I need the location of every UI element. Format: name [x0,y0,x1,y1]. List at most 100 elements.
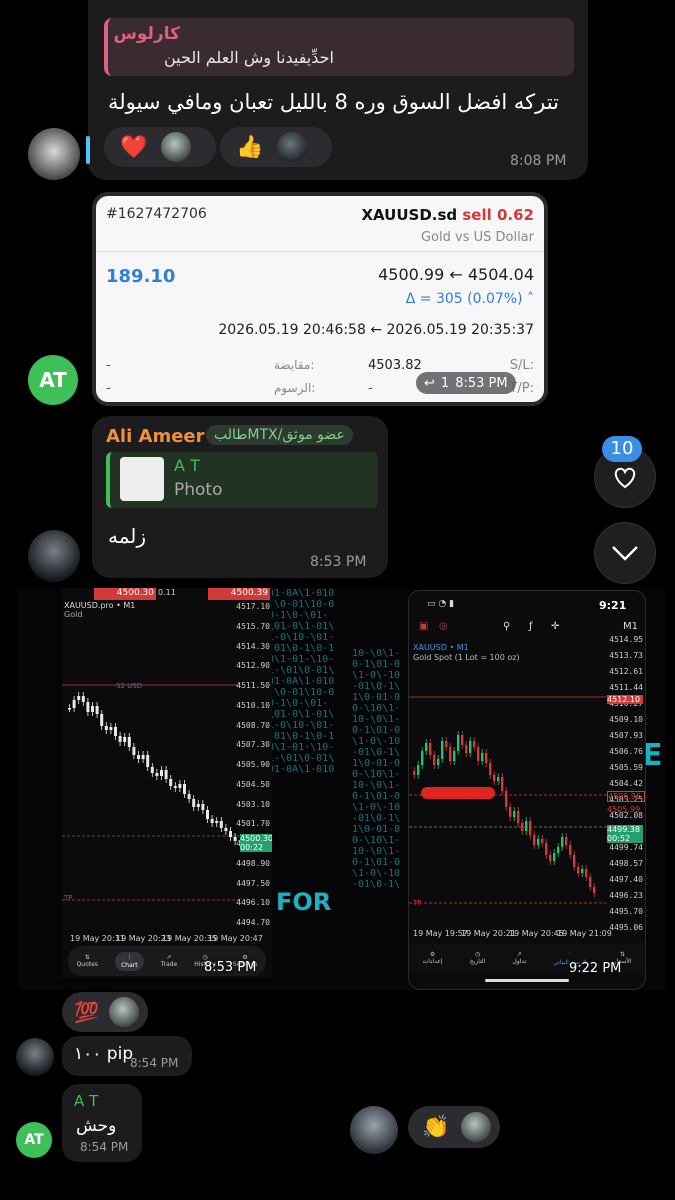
price-tick-label: 4508.70 [236,720,270,730]
candle [537,839,540,845]
candle [585,869,588,877]
candle [561,837,564,847]
reply-preview[interactable]: A T Photo [106,452,378,508]
candle [100,714,104,726]
avatar[interactable] [16,1038,54,1076]
chart-screenshot-left[interactable]: 4500.30 0.11 4500.39 XAUUSD.pro • M1 Gol… [62,588,272,978]
candle [132,747,136,755]
thumbs-up-icon: 👍 [236,134,264,160]
candle [521,823,524,831]
reply-type: Photo [174,480,223,500]
candle [192,799,196,807]
avatar [461,1112,492,1142]
candle [481,753,484,761]
heart-icon: ❤️ [120,134,148,160]
avatar[interactable] [28,128,80,180]
price-tick-label: 4511.44 [609,683,643,692]
message-time: 8:54 PM [80,1140,129,1154]
candle [201,804,205,810]
candle [114,727,117,736]
price-tick-label: 4494.70 [236,918,270,927]
candle [589,877,592,887]
candle [81,696,85,702]
message-text: تتركه افضل السوق وره 8 بالليل تعبان وماف… [108,90,559,114]
current-price: 4499.38 [607,825,641,834]
trade-icon: ↗ [166,954,172,961]
price-axis: 4517.10 4515.70 4514.30 4512.90 4511.50 4510.… [236,588,272,938]
candle [183,784,186,794]
tab-trade[interactable]: ↗ Trade [161,954,177,968]
candle [573,855,576,867]
reply-preview[interactable]: كارلوس احدِّيفيدنا وش العلم الحين [104,18,574,76]
avatar [161,132,192,162]
tab-settings[interactable]: ⚙ إعدادات [423,951,443,965]
candle [433,755,436,765]
message-bubble[interactable]: ١٠٠ pip 8:54 PM [62,1036,192,1076]
candle [196,804,200,807]
trade-icon: ↗ [516,951,522,958]
price-tick-label: 4507.93 [609,731,643,740]
divider [96,251,544,252]
message-bubble[interactable]: Ali Ameer طالبMTX/عضو موثق A T Photo زلم… [92,416,388,578]
avatar-at[interactable]: AT [16,1122,52,1158]
candle [77,696,81,700]
time-tick-label: 19 May 21:09 [557,929,612,938]
tab-history[interactable]: ◷ التاريخ [470,951,486,965]
candle [445,741,448,747]
candle [429,743,432,755]
tab-trade[interactable]: ↗ تداول [512,951,526,965]
candle [141,755,145,759]
scroll-down-button[interactable] [594,522,656,584]
symbol: XAUUSD.sd [361,206,458,224]
candle [485,753,488,763]
candle [517,811,520,823]
message-bubble[interactable]: كارلوس احدِّيفيدنا وش العلم الحين تتركه … [88,0,588,180]
candle [553,853,556,861]
candle [215,821,219,823]
avatar[interactable] [28,530,80,582]
image-message[interactable]: 01-0A\1-010 -\0-01\10-0 0-1\0-\01- \01-0\1-… [18,588,666,990]
message-bubble[interactable]: A T وحش 8:54 PM [62,1084,142,1162]
price-tick-label: 4506.76 [609,747,643,756]
price-tick-label: 4510.10 [236,700,270,710]
dash: - [106,381,111,396]
chart-screenshot-right[interactable]: 9:21 ▭ ◔ ▮ ▣ ◎ ⚲ ƒ ✛ M1 XAUUSD • M1 Gold… [408,590,646,990]
candle [569,845,572,855]
candle [413,771,416,775]
time-tick-label: 19 May 20:21 [461,929,516,938]
reply-time-pill[interactable]: ↩ 1 8:53 PM [416,372,516,394]
reaction-clap[interactable]: 👏 [408,1106,500,1148]
price-tick-label: 4517.10 [236,602,270,611]
price-tick-label: 4498.57 [609,859,643,868]
candle [104,726,108,730]
reaction-heart[interactable]: ❤️ [104,127,216,167]
avatar[interactable] [350,1106,398,1154]
candle [155,773,159,776]
red-price-tag: 4512.10 [607,695,643,704]
gear-icon: ⚙ [429,951,436,958]
candle [437,759,440,765]
swap-value: 4503.82 [368,358,422,373]
clapping-icon: 👏 [422,1114,450,1140]
message-time: 8:54 PM [130,1056,179,1070]
tab-quotes[interactable]: ⇅ Quotes [77,954,98,968]
price-tick-label: 4509.10 [609,715,643,724]
reply-arrow-icon: ↩ [424,375,435,391]
price-tick-label: 4505.90 [236,760,270,769]
trade-screenshot[interactable]: #1627472706 XAUUSD.sd sell 0.62 Gold vs … [92,192,548,406]
tab-chart[interactable]: ⫶ Chart [115,951,144,971]
chart-icon: ⫶ [569,950,571,958]
reaction-thumbs-up[interactable]: 👍 [220,127,332,167]
reaction-100[interactable]: 💯 [62,992,148,1032]
candle [206,810,209,819]
reply-author: كارلوس [113,24,180,44]
candle [425,743,428,751]
avatar-at[interactable]: AT [28,355,78,405]
red-price-label: 4505.99 [607,805,641,814]
candle [565,837,568,845]
price-tick-label: 4513.73 [609,651,643,660]
candle [187,794,191,799]
current-price-tag: 4499.38 00:52 [607,825,643,843]
fees-value: - [368,381,373,396]
countdown: 00:22 [240,843,264,852]
